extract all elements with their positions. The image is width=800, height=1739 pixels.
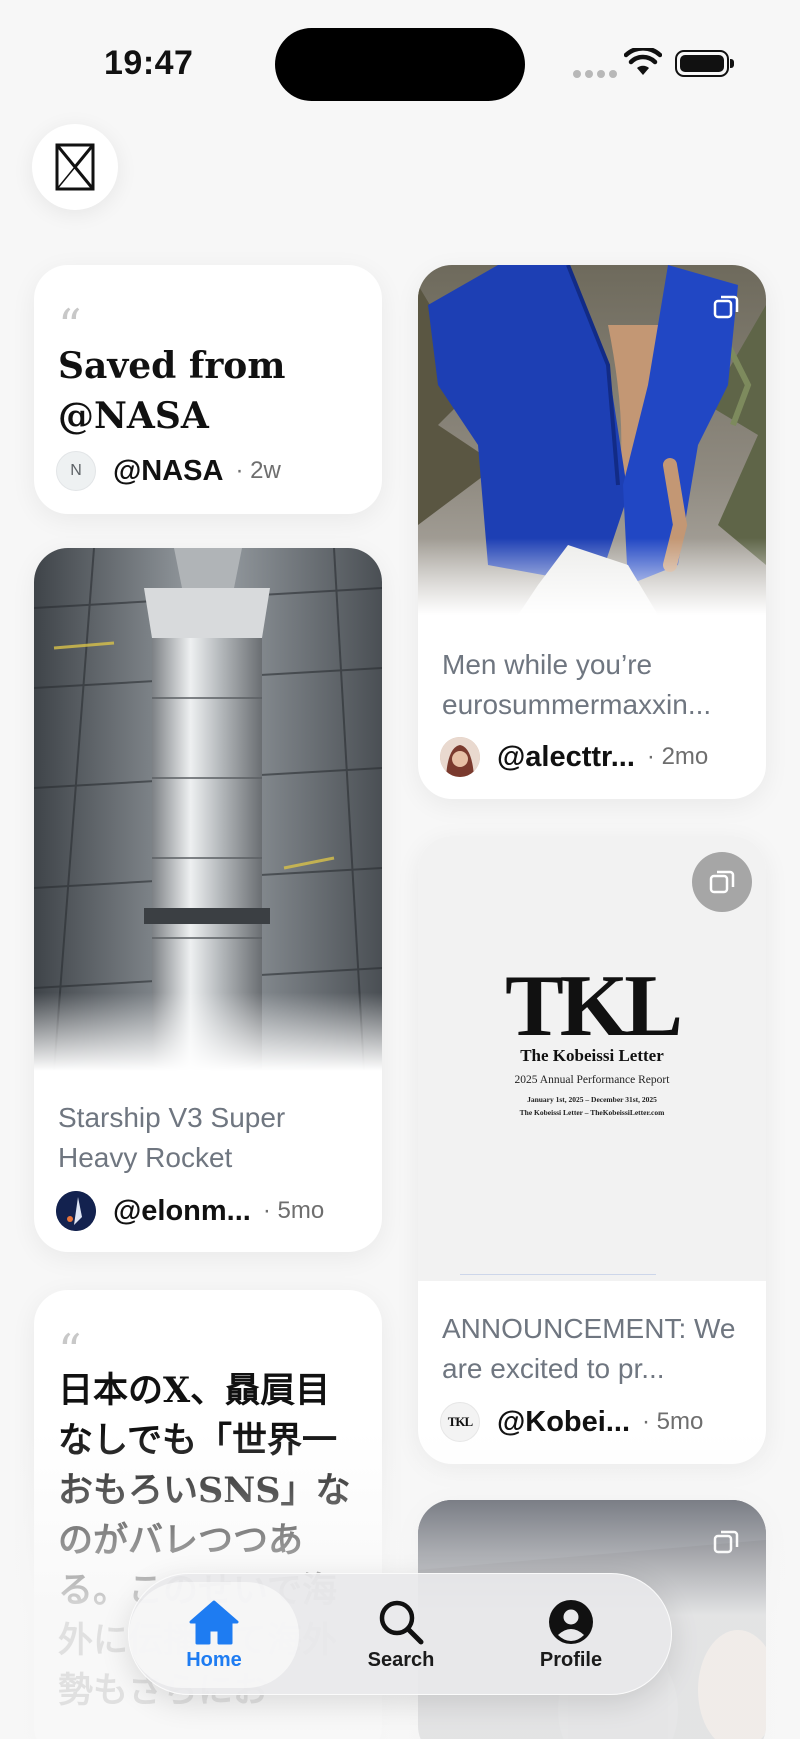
author-handle: @elonm... bbox=[113, 1194, 251, 1227]
author-handle: @alecttr... bbox=[497, 740, 635, 773]
saved-post-card-fashion[interactable]: Men while you’re eurosummermaxxin... @al… bbox=[418, 265, 766, 799]
post-age: · 5mo bbox=[642, 1408, 704, 1435]
avatar bbox=[440, 737, 480, 777]
saved-post-card-nasa[interactable]: “ Saved from @NASA N @NASA · 2w bbox=[34, 265, 382, 514]
document-dates: January 1st, 2025 – December 31st, 2025 bbox=[527, 1095, 657, 1104]
x-logo-icon bbox=[55, 143, 95, 191]
author-handle: @NASA bbox=[113, 454, 224, 487]
post-age: · 2w bbox=[235, 457, 281, 484]
document-title: The Kobeissi Letter bbox=[520, 1046, 664, 1065]
copy-icon bbox=[709, 870, 735, 894]
status-bar: 19:47 bbox=[0, 0, 800, 120]
post-age: · 5mo bbox=[262, 1197, 325, 1224]
document-logo: TKL bbox=[505, 958, 683, 1055]
copy-icon bbox=[713, 295, 739, 319]
profile-icon bbox=[549, 1599, 593, 1644]
search-icon bbox=[379, 1600, 424, 1644]
avatar: N bbox=[56, 451, 96, 491]
cellular-signal-icon bbox=[573, 70, 617, 78]
post-meta: @elonm... · 5mo bbox=[56, 1191, 324, 1231]
dynamic-island bbox=[275, 28, 525, 101]
tab-home-label: Home bbox=[186, 1648, 242, 1671]
avatar bbox=[56, 1191, 96, 1231]
home-icon bbox=[189, 1600, 239, 1644]
tab-search-label: Search bbox=[367, 1648, 435, 1671]
saved-post-card-starship[interactable]: Starship V3 Super Heavy Rocket @elonm...… bbox=[34, 548, 382, 1252]
author-handle: @Kobei... bbox=[497, 1405, 631, 1438]
tab-search[interactable]: Search bbox=[316, 1574, 486, 1696]
tab-home[interactable]: Home bbox=[129, 1582, 299, 1688]
saved-post-card-kobeissi[interactable]: TKL The Kobeissi Letter 2025 Annual Perf… bbox=[418, 836, 766, 1464]
wifi-icon bbox=[624, 48, 662, 75]
app-logo-button[interactable] bbox=[32, 124, 118, 210]
multiple-images-badge bbox=[696, 1512, 756, 1572]
post-image bbox=[34, 548, 382, 1071]
document-subtitle: 2025 Annual Performance Report bbox=[514, 1074, 670, 1086]
avatar: TKL bbox=[440, 1402, 480, 1442]
post-description: Starship V3 Super Heavy Rocket bbox=[58, 1102, 286, 1173]
quote-title: Saved from @NASA bbox=[58, 345, 286, 437]
tab-profile[interactable]: Profile bbox=[486, 1574, 656, 1696]
status-time: 19:47 bbox=[104, 44, 194, 82]
bottom-tab-bar: Home Search Profile bbox=[128, 1573, 672, 1695]
multiple-images-badge bbox=[696, 277, 756, 337]
document-footer: The Kobeissi Letter – TheKobeissiLetter.… bbox=[519, 1108, 665, 1117]
document-fine-print-line bbox=[460, 1274, 656, 1275]
avatar-logo-text: TKL bbox=[447, 1414, 473, 1429]
tab-profile-label: Profile bbox=[539, 1648, 603, 1671]
post-description: ANNOUNCEMENT: We are excited to pr... bbox=[442, 1313, 736, 1384]
battery-icon bbox=[675, 50, 734, 77]
post-description: Men while you’re eurosummermaxxin... bbox=[442, 649, 712, 720]
multiple-images-badge bbox=[692, 852, 752, 912]
post-age: · 2mo bbox=[646, 743, 709, 770]
post-meta: @alecttr... · 2mo bbox=[440, 737, 708, 777]
post-meta: TKL @Kobei... · 5mo bbox=[440, 1402, 703, 1442]
post-meta: N @NASA · 2w bbox=[56, 451, 281, 491]
copy-icon bbox=[713, 1530, 739, 1554]
avatar-initial: N bbox=[70, 462, 82, 479]
